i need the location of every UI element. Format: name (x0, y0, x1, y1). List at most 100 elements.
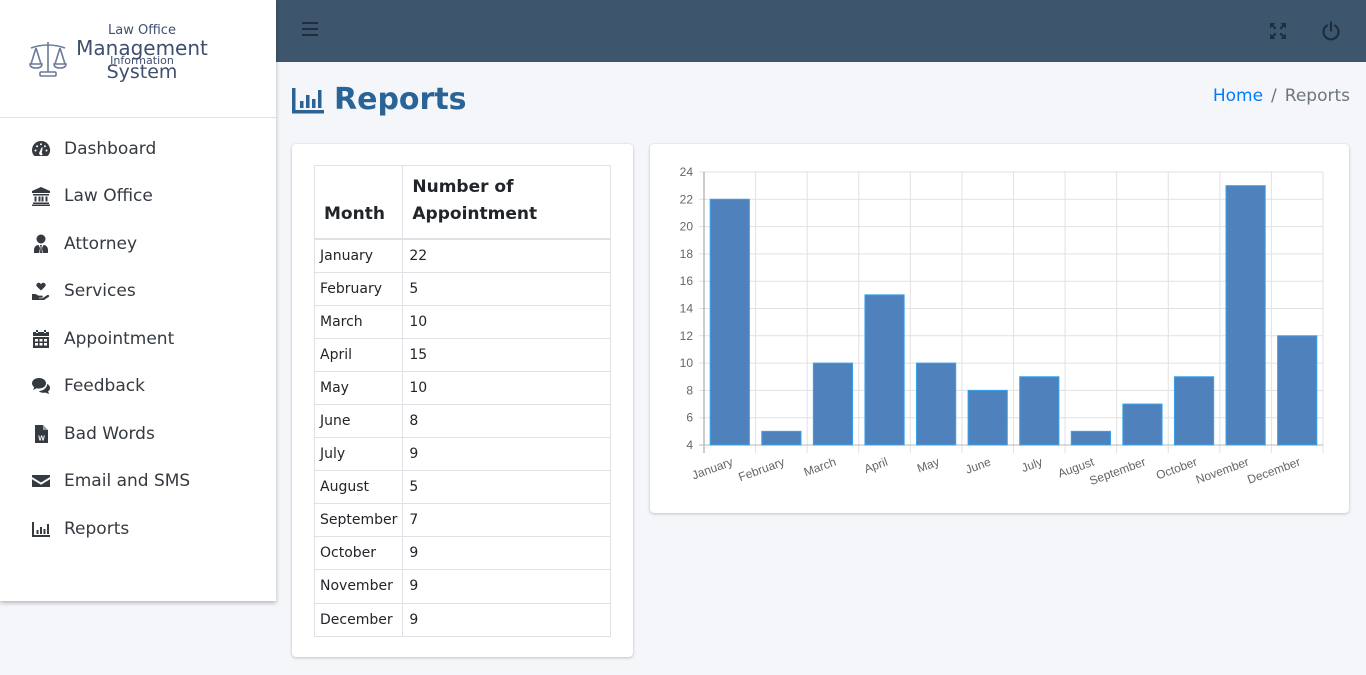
cell-appointment-count: 5 (402, 470, 611, 505)
bar-march (812, 362, 854, 446)
content-header: Reports Home / Reports (292, 80, 1350, 120)
x-tick-label: September (1088, 455, 1148, 488)
tachometer-icon (30, 139, 52, 159)
sidebar-item-law-office[interactable]: Law Office (0, 173, 276, 221)
table-row: August 5 (313, 470, 611, 505)
bar-may (916, 362, 957, 446)
cell-appointment-count: 5 (402, 271, 611, 306)
cell-month: May (313, 370, 404, 405)
appointments-table-card: Month Number of Appointment January 22 Feb… (292, 144, 633, 657)
power-off-icon[interactable] (1321, 21, 1341, 41)
cell-appointment-count: 9 (402, 602, 611, 637)
y-tick-label: 24 (680, 165, 694, 179)
x-tick-label: December (1245, 455, 1302, 487)
column-header-month: Month (313, 165, 404, 240)
cell-month: July (313, 437, 404, 472)
bar-september (1122, 403, 1163, 446)
bar-june (967, 389, 1008, 446)
cell-month: January (313, 238, 404, 273)
table-row: January 22 (313, 238, 611, 273)
column-header-appointments: Number of Appointment (402, 165, 611, 240)
sidebar-item-dashboard[interactable]: Dashboard (0, 125, 276, 173)
x-tick-label: January (690, 455, 735, 483)
table-row: November 9 (313, 569, 611, 604)
brand-name: Law Office Management Information System (76, 24, 208, 82)
university-icon (30, 186, 52, 207)
x-tick-label: June (963, 455, 993, 477)
top-navbar (276, 0, 1366, 62)
scales-of-justice-icon (29, 42, 67, 77)
envelope-icon (30, 471, 52, 491)
sidebar-item-email-sms[interactable]: Email and SMS (0, 458, 276, 506)
brand-logo[interactable]: Law Office Management Information System (0, 0, 276, 118)
y-tick-label: 14 (680, 302, 694, 316)
sidebar-item-label: Feedback (64, 376, 145, 397)
breadcrumb-current: Reports (1284, 86, 1350, 106)
y-tick-label: 10 (680, 356, 694, 370)
sidebar-nav: Dashboard Law Office Attorney Services A… (0, 118, 276, 553)
table-row: October 9 (313, 536, 611, 571)
bar-november (1225, 185, 1266, 446)
breadcrumb: Home / Reports (1213, 86, 1350, 106)
brand-line-4: System (106, 61, 178, 83)
page-title: Reports (292, 82, 467, 117)
chart-bar-icon (30, 519, 52, 539)
table-row: March 10 (313, 304, 611, 339)
x-tick-label: October (1154, 455, 1199, 483)
cell-month: February (313, 271, 404, 306)
sidebar: Law Office Management Information System… (0, 0, 276, 601)
y-tick-label: 12 (680, 329, 694, 343)
cell-appointment-count: 9 (402, 536, 611, 571)
y-tick-label: 4 (686, 438, 693, 452)
user-tie-icon (30, 234, 52, 254)
table-header-row: Month Number of Appointment (313, 165, 611, 240)
x-tick-label: May (915, 455, 941, 476)
table-row: September 7 (313, 503, 611, 538)
appointments-bar-chart: 4 6 8 10 12 14 16 18 20 22 24 January February March A… (680, 165, 1324, 488)
bar-april (864, 294, 905, 446)
appointments-chart-card: 4 6 8 10 12 14 16 18 20 22 24 January February March A… (650, 144, 1349, 513)
comments-icon (30, 376, 52, 396)
cell-month: September (313, 503, 404, 538)
bar-august (1070, 430, 1111, 446)
bar-october (1173, 376, 1215, 446)
y-tick-label: 18 (680, 247, 694, 261)
x-tick-label: April (862, 455, 889, 476)
y-tick-label: 16 (680, 274, 694, 288)
sidebar-item-label: Appointment (64, 328, 175, 349)
cell-appointment-count: 15 (402, 337, 611, 372)
table-row: June 8 (313, 403, 611, 439)
table-body: January 22 February 5 March 10 April 15 May 10 Jun… (313, 238, 611, 637)
expand-arrows-icon[interactable] (1269, 22, 1287, 40)
cell-month: August (313, 470, 404, 505)
calendar-icon (30, 329, 52, 349)
sidebar-item-appointment[interactable]: Appointment (0, 315, 276, 363)
sidebar-item-label: Services (64, 281, 136, 302)
appointments-table: Month Number of Appointment January 22 Feb… (313, 165, 611, 637)
x-tick-label: July (1019, 455, 1044, 475)
sidebar-item-label: Dashboard (64, 138, 157, 159)
sidebar-item-reports[interactable]: Reports (0, 505, 276, 553)
sidebar-item-attorney[interactable]: Attorney (0, 220, 276, 268)
cell-appointment-count: 10 (402, 304, 611, 339)
sidebar-item-label: Law Office (64, 186, 153, 207)
y-tick-label: 20 (680, 220, 694, 234)
cell-month: October (313, 536, 404, 571)
breadcrumb-home-link[interactable]: Home (1213, 86, 1263, 106)
breadcrumb-separator: / (1271, 86, 1277, 106)
sidebar-item-services[interactable]: Services (0, 268, 276, 316)
cell-month: March (313, 304, 404, 339)
sidebar-item-label: Bad Words (64, 423, 155, 444)
sidebar-item-feedback[interactable]: Feedback (0, 363, 276, 411)
cell-appointment-count: 9 (402, 569, 611, 604)
bar-january (709, 198, 750, 446)
cell-appointment-count: 8 (402, 403, 611, 439)
page-title-text: Reports (334, 82, 467, 117)
cell-month: November (313, 569, 404, 604)
x-tick-label: November (1194, 455, 1251, 487)
sidebar-item-bad-words[interactable]: W Bad Words (0, 410, 276, 458)
cell-appointment-count: 22 (402, 238, 611, 273)
svg-text:W: W (38, 435, 45, 442)
bars-icon[interactable] (302, 22, 318, 40)
cell-month: June (313, 403, 404, 439)
